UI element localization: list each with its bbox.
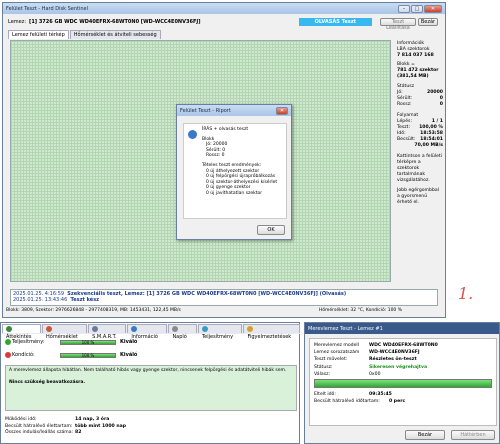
model-row: Merevlemez modell WDC WD40EFRX-68WT0N0	[314, 343, 438, 348]
report-bad: Rossz: 0	[206, 153, 225, 159]
condition-status: Kiváló	[120, 352, 138, 358]
performance-bar: 100 %	[60, 339, 116, 345]
advice-text: Nincs szükség beavatkozásra.	[9, 380, 86, 385]
condition-bar: 100 %	[60, 352, 116, 358]
elapsed-row: Eltelt idő: 09:35:45	[314, 392, 392, 398]
report-body: ÍRÁS + olvasás teszt Blokk Jó: 20000 Sér…	[183, 123, 287, 219]
dialog-title: Felület Teszt - Riport	[180, 107, 231, 114]
overview-panel: Áttekintés Hőmérséklet S.M.A.R.T. Inform…	[0, 322, 300, 444]
annotation-label: 1.	[458, 284, 474, 303]
stat-row: Összes indulás/leállás száma: 82	[5, 430, 82, 435]
tab-temperature-speed[interactable]: Hőmérséklet és átviteli sebesség	[69, 30, 161, 39]
performance-row: Teljesítmény: 100 % Kiváló	[5, 339, 145, 345]
selftest-body: Merevlemez modell WDC WD40EFRX-68WT0N0 Le…	[309, 338, 497, 426]
close-window-button[interactable]: ✕	[424, 4, 442, 13]
remaining-row: Becsült hátralévő időtartam: 0 perc	[314, 399, 406, 405]
log-entry: 2025.01.25. 13:43:46 Teszt kész	[13, 297, 100, 303]
hint-rightclick: Jobb egérgombbal a gyorsmenü érhető el.	[397, 188, 439, 205]
dialog-title-bar: Felület Teszt - Riport ✕	[177, 105, 291, 116]
tab-surface-map[interactable]: Lemez felületi térkép	[8, 30, 69, 39]
tab-smart[interactable]: S.M.A.R.T.	[88, 324, 127, 340]
tab-temperature[interactable]: Hőmérséklet	[42, 324, 88, 340]
statusbar-left: Blokk: 3809, Szektor: 2976626848 - 29774…	[6, 308, 181, 313]
overview-tabs: Áttekintés Hőmérséklet S.M.A.R.T. Inform…	[2, 324, 300, 340]
report-result: 0 új felpörgési újrapróbálkozás	[206, 174, 276, 180]
alert-icon	[247, 325, 254, 332]
tab-log[interactable]: Napló	[168, 324, 197, 340]
info-icon	[188, 130, 197, 139]
selftest-title: Merevlemez Teszt - Lemez #1	[308, 325, 383, 332]
tab-performance[interactable]: Teljesítmény	[197, 324, 243, 340]
performance-icon	[201, 325, 208, 332]
lba-value: 7 814 037 168	[397, 53, 434, 58]
dialog-close-button[interactable]: ✕	[276, 106, 288, 115]
ok-button[interactable]: OK	[257, 225, 285, 235]
info-icon	[131, 325, 138, 332]
statusbar-right: Hőmérséklet: 32 °C, Kondíció: 100 %	[318, 308, 402, 313]
condition-row: Kondíció: 100 % Kiváló	[5, 352, 145, 358]
report-line1: ÍRÁS + olvasás teszt	[202, 127, 249, 132]
mode-badge: OLVASÁS Teszt	[298, 18, 372, 26]
overview-icon	[6, 325, 12, 332]
map-tabs: Lemez felületi térkép Hőmérséklet és átv…	[8, 30, 161, 39]
operation-row: Teszt művelet: Részletes ön-teszt	[314, 357, 417, 363]
disk-row: Lemez: [1] 3726 GB WDC WD40EFRX-68WT0N0 …	[8, 17, 438, 31]
thermometer-icon	[46, 325, 53, 332]
window-title: Felület Teszt - Hard Disk Sentinel	[6, 5, 88, 12]
progress-speed: 70,00 MB/s	[414, 143, 443, 148]
disk-value: [1] 3726 GB WDC WD40EFRX-68WT0N0 [WD-WCC…	[29, 19, 201, 25]
block-size: (381,54 MB)	[397, 74, 429, 79]
stop-test-button[interactable]: Teszt Leállítása	[380, 18, 416, 31]
close-button[interactable]: Bezár	[418, 18, 438, 26]
performance-label: Teljesítmény:	[12, 339, 45, 345]
status-bar: Blokk: 3809, Szektor: 2976626848 - 29774…	[6, 308, 442, 316]
log-panel: 2025.01.25. 4:16:59 Szekvenciális teszt,…	[10, 289, 438, 306]
tab-overview[interactable]: Áttekintés	[2, 324, 42, 340]
self-test-window: Merevlemez Teszt - Lemez #1 Merevlemez m…	[304, 322, 500, 444]
info-panel: Információk LBA szektorok 7 814 037 168 …	[397, 41, 443, 286]
log-icon	[172, 325, 179, 332]
report-result: 0 új javíthatatlan szektor	[206, 190, 263, 196]
stats: Működési idő: 14 nap, 3 óra Becsült hátra…	[5, 417, 205, 437]
performance-status: Kiváló	[120, 339, 138, 345]
maximize-button[interactable]: □	[411, 4, 423, 13]
minimize-button[interactable]: –	[398, 4, 410, 13]
check-icon	[5, 339, 11, 345]
disk-label: Lemez:	[8, 19, 27, 25]
smart-icon	[92, 325, 99, 332]
response-row: Válasz: 0x00	[314, 371, 381, 377]
heart-icon	[5, 352, 11, 358]
health-message: A merevlemez állapota hibátlan. Nem talá…	[5, 365, 297, 411]
tab-alerts[interactable]: Figyelmeztetések	[243, 324, 300, 340]
hint-click: Kattintson a felületi térképre a szektor…	[397, 154, 442, 183]
status-row: Státusz: Sikeresen végrehajtva	[314, 364, 428, 370]
report-dialog: Felület Teszt - Riport ✕ ÍRÁS + olvasás …	[176, 104, 292, 240]
condition-label: Kondíció:	[12, 352, 35, 358]
selftest-close-button[interactable]: Bezár	[405, 430, 445, 440]
selftest-title-bar: Merevlemez Teszt - Lemez #1	[305, 323, 499, 334]
background-button[interactable]: Háttérben	[451, 430, 495, 440]
selftest-progress-bar	[314, 379, 492, 389]
status-bad: Rossz: 0	[397, 102, 443, 107]
title-bar: Felület Teszt - Hard Disk Sentinel – □ ✕	[3, 3, 445, 14]
tab-information[interactable]: Információ	[127, 324, 168, 340]
message-text: A merevlemez állapota hibátlan. Nem talá…	[9, 368, 287, 373]
serial-row: Lemez sorozatszám WD-WCC4E0NV36FJ	[314, 350, 420, 356]
